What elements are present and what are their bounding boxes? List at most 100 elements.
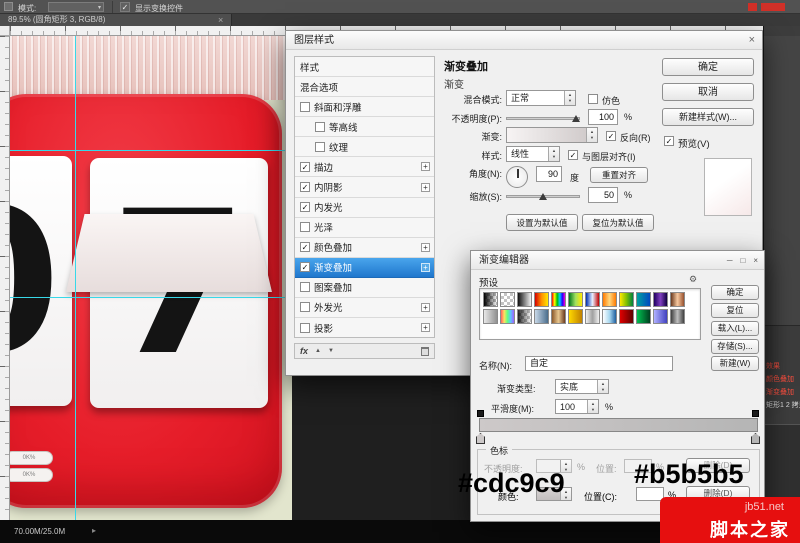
layers-panel-item[interactable]: 渐变叠加 <box>766 386 800 399</box>
styles-list-item[interactable]: 斜面和浮雕 <box>295 97 434 118</box>
gradient-preset-swatch[interactable] <box>636 292 651 307</box>
gradient-preset-swatch[interactable] <box>551 309 566 324</box>
mode-select[interactable] <box>48 2 104 12</box>
gradient-preset-swatch[interactable] <box>670 292 685 307</box>
gradient-type-select[interactable]: 实底 <box>555 379 609 394</box>
gradient-preset-swatch[interactable] <box>517 292 532 307</box>
dialog-title[interactable]: 渐变编辑器 <box>471 251 764 270</box>
cancel-button[interactable]: 取消 <box>662 83 754 101</box>
gradient-preset-swatch[interactable] <box>551 292 566 307</box>
close-tab-icon[interactable]: × <box>218 14 223 26</box>
style-checkbox[interactable] <box>300 322 310 333</box>
gradient-preset-swatch[interactable] <box>653 292 668 307</box>
ok-button[interactable]: 确定 <box>711 285 759 300</box>
styles-list-item[interactable]: 外发光 + <box>295 298 434 319</box>
status-menu-arrow-icon[interactable]: ▸ <box>92 526 96 535</box>
maximize-icon[interactable]: □ <box>740 256 745 265</box>
add-effect-icon[interactable]: + <box>421 182 430 192</box>
styles-list-item[interactable]: 纹理 <box>295 137 434 158</box>
spinner-icon[interactable] <box>586 128 597 142</box>
styles-list-item[interactable]: 图案叠加 <box>295 278 434 298</box>
spinner-icon[interactable] <box>597 380 608 393</box>
styles-list-item[interactable]: ✓ 描边 + <box>295 157 434 178</box>
style-checkbox[interactable]: ✓ <box>300 161 310 172</box>
close-icon[interactable]: × <box>749 35 755 46</box>
load-button[interactable]: 载入(L)... <box>711 321 759 336</box>
reset-align-button[interactable]: 重置对齐 <box>590 167 648 183</box>
spinner-icon[interactable] <box>587 400 598 413</box>
new-button[interactable]: 新建(W) <box>711 356 759 371</box>
styles-list-item[interactable]: ✓ 渐变叠加 + <box>295 257 434 278</box>
add-effect-icon[interactable]: + <box>421 242 430 252</box>
styles-list-item[interactable]: 投影 + <box>295 318 434 337</box>
styles-list-item[interactable]: ✓ 颜色叠加 + <box>295 238 434 258</box>
gear-icon[interactable]: ⚙ <box>689 274 697 285</box>
add-effect-icon[interactable]: + <box>421 302 430 312</box>
gradient-preset-swatch[interactable] <box>534 292 549 307</box>
style-checkbox[interactable] <box>300 222 310 233</box>
gradient-preset-swatch[interactable] <box>500 309 515 324</box>
fx-icon[interactable]: fx <box>300 346 308 356</box>
add-effect-icon[interactable]: + <box>421 262 430 272</box>
guide-horizontal[interactable] <box>10 297 292 298</box>
close-icon[interactable]: × <box>753 256 758 265</box>
tool-icon[interactable] <box>4 2 13 11</box>
styles-list-item[interactable]: ✓ 内阴影 + <box>295 177 434 198</box>
scale-value[interactable]: 50 <box>588 187 618 203</box>
show-transform-checkbox[interactable]: ✓ <box>120 2 130 12</box>
gradient-preset-swatch[interactable] <box>619 292 634 307</box>
set-default-button[interactable]: 设置为默认值 <box>506 214 578 231</box>
gradient-name-input[interactable]: 自定 <box>525 356 673 371</box>
style-checkbox[interactable] <box>315 141 325 152</box>
reverse-checkbox[interactable]: ✓ <box>606 131 616 141</box>
guide-vertical[interactable] <box>75 36 76 520</box>
guide-horizontal[interactable] <box>10 150 292 151</box>
gradient-preset-swatch[interactable] <box>585 292 600 307</box>
vertical-ruler[interactable] <box>0 36 10 520</box>
gradient-preset-swatch[interactable] <box>670 309 685 324</box>
gradient-preset-swatch[interactable] <box>585 309 600 324</box>
style-checkbox[interactable] <box>315 121 325 132</box>
style-select[interactable]: 线性 <box>506 146 560 162</box>
gradient-preview-bar[interactable] <box>479 418 758 432</box>
style-checkbox[interactable] <box>300 101 310 112</box>
angle-value[interactable]: 90 <box>536 166 562 182</box>
document-tab[interactable]: 89.5% (圆角矩形 3, RGB/8) <box>0 14 232 26</box>
gradient-preset-swatch[interactable] <box>483 309 498 324</box>
gradient-preset-swatch[interactable] <box>602 292 617 307</box>
move-down-icon[interactable]: ▼ <box>328 348 334 354</box>
style-checkbox[interactable]: ✓ <box>300 202 310 213</box>
style-checkbox[interactable]: ✓ <box>300 182 310 192</box>
new-style-button[interactable]: 新建样式(W)... <box>662 108 754 126</box>
layers-panel-item[interactable]: 颜色叠加 <box>766 373 800 386</box>
spinner-icon[interactable] <box>548 147 559 161</box>
reset-default-button[interactable]: 复位为默认值 <box>582 214 654 231</box>
dither-checkbox[interactable] <box>588 94 598 104</box>
gradient-preset-swatch[interactable] <box>602 309 617 324</box>
color-stop-right[interactable] <box>751 433 760 444</box>
opacity-value[interactable]: 100 <box>588 109 618 125</box>
reset-button[interactable]: 复位 <box>711 303 759 318</box>
layers-panel-item[interactable]: 矩形1 2 拷贝 <box>766 399 800 412</box>
smoothness-select[interactable]: 100 <box>555 399 599 414</box>
styles-list-item[interactable]: 光泽 <box>295 218 434 238</box>
save-button[interactable]: 存储(S)... <box>711 339 759 354</box>
delete-effect-icon[interactable] <box>421 346 429 356</box>
add-effect-icon[interactable]: + <box>421 323 430 333</box>
workspace-badge-icon[interactable] <box>761 3 785 11</box>
scale-slider-thumb[interactable] <box>539 193 547 200</box>
gradient-preset-swatch[interactable] <box>568 292 583 307</box>
opacity-slider-thumb[interactable] <box>572 115 580 122</box>
blend-mode-select[interactable]: 正常 <box>506 90 576 106</box>
color-stop-left[interactable] <box>476 433 485 444</box>
style-checkbox[interactable] <box>300 302 310 313</box>
gradient-preset-swatch[interactable] <box>534 309 549 324</box>
gradient-preset-swatch[interactable] <box>636 309 651 324</box>
styles-list-item[interactable]: ✓ 内发光 <box>295 198 434 218</box>
ok-button[interactable]: 确定 <box>662 58 754 76</box>
align-with-layer-checkbox[interactable]: ✓ <box>568 150 578 160</box>
move-up-icon[interactable]: ▲ <box>315 348 321 354</box>
opacity-stop-left[interactable] <box>477 410 484 417</box>
preview-checkbox[interactable]: ✓ <box>664 136 674 146</box>
spinner-icon[interactable] <box>564 91 575 105</box>
